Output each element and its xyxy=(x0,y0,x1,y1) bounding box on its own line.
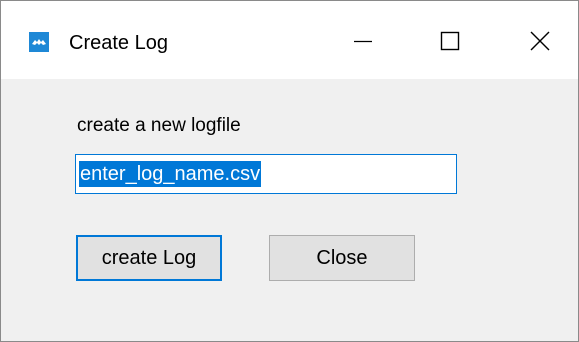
prompt-label: create a new logfile xyxy=(77,115,241,136)
create-log-window: Create Log create a new logfile enter_lo… xyxy=(0,0,579,342)
minimize-icon xyxy=(354,40,372,43)
log-name-input[interactable]: enter_log_name.csv xyxy=(75,154,457,194)
log-name-value: enter_log_name.csv xyxy=(79,161,262,187)
maximize-button[interactable] xyxy=(427,21,473,61)
title-bar[interactable]: Create Log xyxy=(1,1,578,79)
app-logo-icon xyxy=(29,32,49,52)
create-log-button[interactable]: create Log xyxy=(76,235,222,281)
close-window-button[interactable] xyxy=(517,21,563,61)
close-button[interactable]: Close xyxy=(269,235,415,281)
maximize-icon xyxy=(440,31,460,51)
window-title: Create Log xyxy=(69,32,168,54)
close-icon xyxy=(530,31,550,51)
minimize-button[interactable] xyxy=(340,21,386,61)
dialog-body: create a new logfile enter_log_name.csv … xyxy=(1,79,578,341)
